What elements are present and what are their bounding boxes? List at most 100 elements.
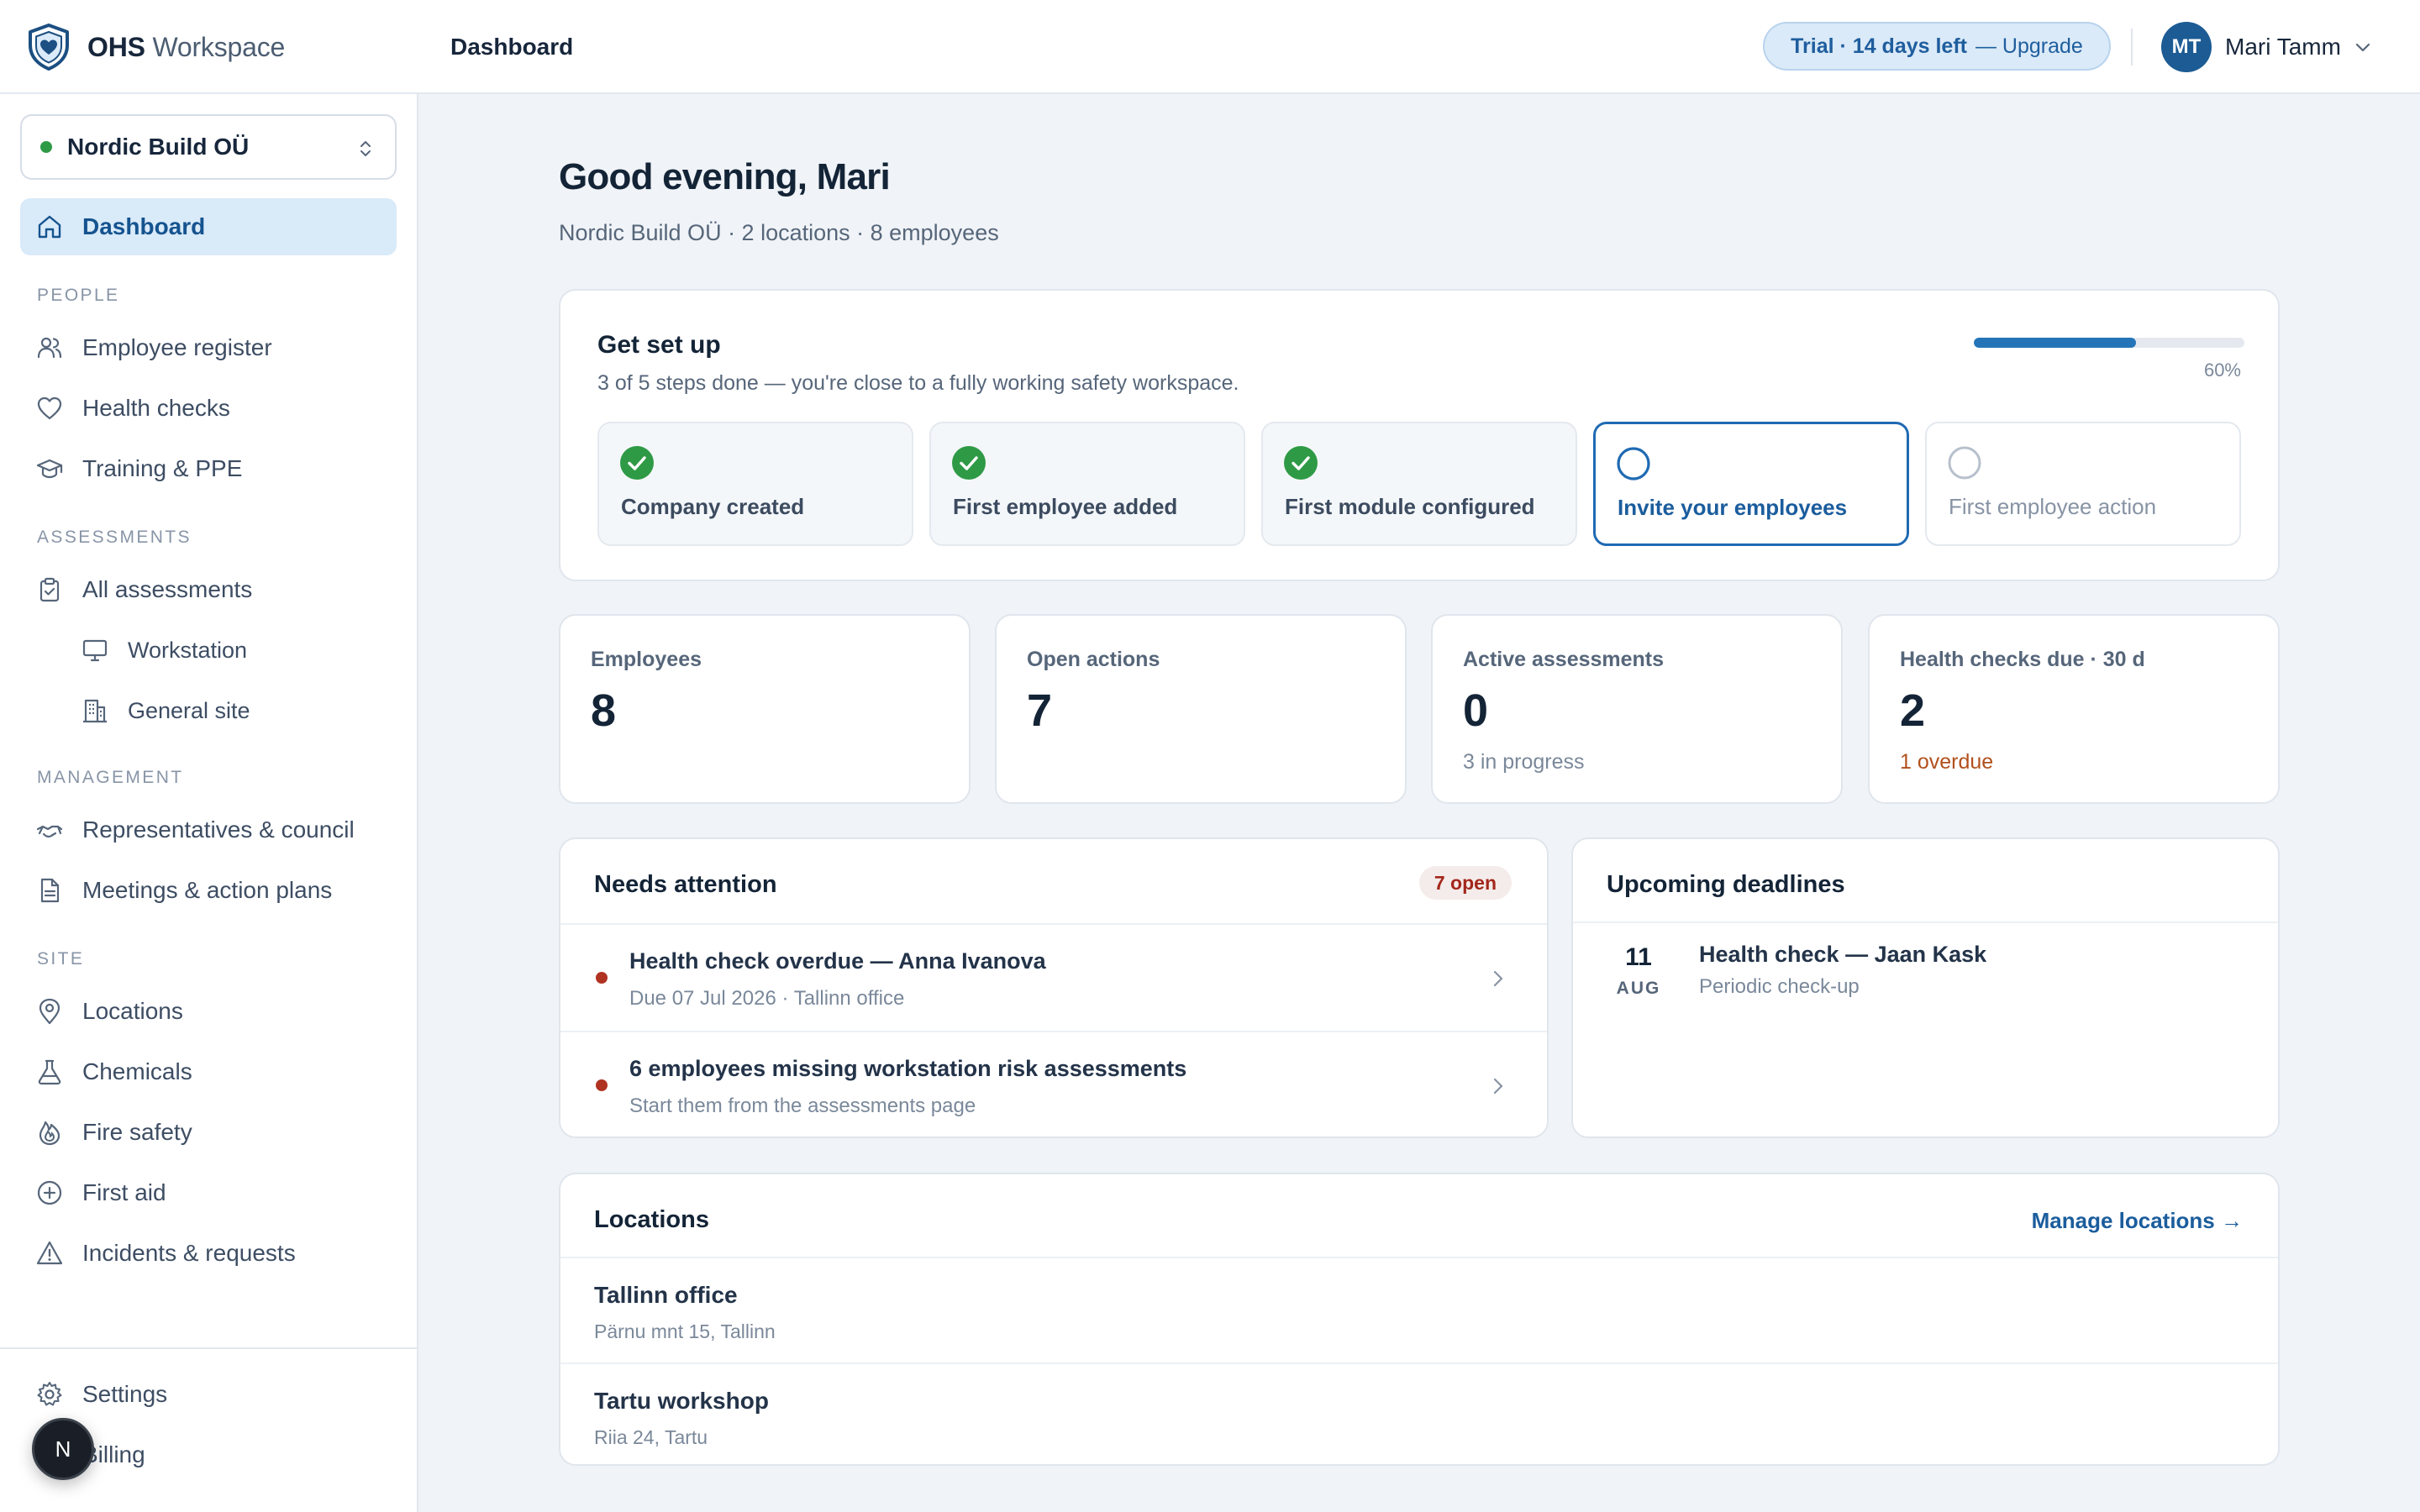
map-pin-icon — [39, 998, 60, 1025]
setup-progress-label: 60% — [2203, 360, 2241, 381]
location-row[interactable]: Tallinn office Pärnu mnt 15, Tallinn — [560, 1258, 2278, 1362]
chevron-right-icon — [1493, 1078, 1503, 1095]
trial-text: Trial · 14 days left — [1791, 34, 1967, 58]
sidebar-item-chemicals[interactable]: Chemicals — [20, 1043, 397, 1100]
sidebar-item-meetings[interactable]: Meetings & action plans — [20, 862, 397, 919]
sidebar-item-fire-safety[interactable]: Fire safety — [20, 1104, 397, 1161]
sidebar: Nordic Build OÜ Dashboard PEOPLE Employe… — [0, 94, 418, 1512]
greeting-heading: Good evening, Mari — [559, 156, 891, 197]
sidebar-item-label: Employee register — [82, 334, 272, 360]
help-avatar-button[interactable]: N — [32, 1418, 94, 1480]
gear-icon — [37, 1382, 62, 1406]
deadline-day: 11 — [1625, 943, 1652, 971]
chevron-down-icon[interactable] — [2353, 37, 2373, 57]
attention-item-subtitle: Due 07 Jul 2026 · Tallinn office — [629, 987, 905, 1010]
attention-item[interactable]: Health check overdue — Anna Ivanova Due … — [560, 925, 1547, 1032]
setup-step-first-module[interactable]: First module configured — [1261, 422, 1577, 546]
alert-dot — [596, 972, 608, 984]
upcoming-deadlines-card: Upcoming deadlines 11 AUG Health check —… — [1571, 837, 2280, 1138]
sidebar-item-label: Incidents & requests — [82, 1240, 296, 1266]
sidebar-item-label: Representatives & council — [82, 816, 355, 843]
empty-circle-icon — [1617, 447, 1650, 480]
deadline-title: Health check — Jaan Kask — [1699, 942, 1987, 967]
sidebar-item-label: General site — [128, 697, 250, 723]
sidebar-item-label: Locations — [82, 998, 183, 1024]
setup-progress-bar — [1974, 338, 2244, 348]
sidebar-item-employee-register[interactable]: Employee register — [20, 319, 397, 376]
stat-label: Active assessments — [1463, 648, 1665, 671]
setup-step-company-created[interactable]: Company created — [597, 422, 913, 546]
needs-attention-card: Needs attention 7 open Health check over… — [559, 837, 1549, 1138]
section-label-management: MANAGEMENT — [37, 768, 184, 787]
trial-upgrade-pill[interactable]: Trial · 14 days left — Upgrade — [1763, 22, 2111, 71]
sidebar-item-label: Settings — [82, 1381, 168, 1407]
document-icon — [40, 878, 60, 903]
sidebar-item-general-site[interactable]: General site — [20, 682, 397, 739]
sidebar-item-dashboard[interactable]: Dashboard — [20, 198, 397, 255]
stat-note: 3 in progress — [1463, 750, 1585, 774]
stat-value: 8 — [591, 685, 617, 736]
location-row[interactable]: Tartu workshop Riia 24, Tartu — [560, 1364, 2278, 1468]
flask-icon — [38, 1059, 61, 1085]
section-label-site: SITE — [37, 949, 85, 969]
setup-step-first-employee-action[interactable]: First employee action — [1925, 422, 2241, 546]
handshake-icon — [36, 825, 63, 838]
attention-item[interactable]: 6 employees missing workstation risk ass… — [560, 1032, 1547, 1140]
alert-dot — [596, 1079, 608, 1091]
sidebar-item-label: Chemicals — [82, 1058, 192, 1084]
setup-step-label: Invite your employees — [1618, 495, 1848, 520]
setup-step-label: Company created — [621, 494, 805, 519]
sidebar-item-label: Health checks — [82, 395, 230, 421]
setup-step-label: First module configured — [1285, 494, 1535, 519]
setup-step-invite-employees[interactable]: Invite your employees — [1593, 422, 1909, 546]
sidebar-item-label: Meetings & action plans — [82, 877, 333, 903]
heart-icon — [37, 396, 62, 420]
section-label-people: PEOPLE — [37, 286, 120, 305]
flame-icon — [39, 1121, 60, 1146]
sidebar-item-label: Dashboard — [82, 213, 206, 239]
sidebar-item-workstation[interactable]: Workstation — [20, 622, 397, 679]
location-name: Tartu workshop — [594, 1388, 769, 1414]
locations-card: Locations Manage locations → Tallinn off… — [559, 1173, 2280, 1466]
attention-item-title: 6 employees missing workstation risk ass… — [629, 1056, 1187, 1081]
graduation-cap-icon — [36, 459, 63, 479]
sidebar-item-locations[interactable]: Locations — [20, 983, 397, 1040]
section-label-assessments: ASSESSMENTS — [37, 528, 192, 547]
sidebar-item-incidents[interactable]: Incidents & requests — [20, 1225, 397, 1282]
sidebar-item-representatives[interactable]: Representatives & council — [20, 801, 397, 858]
org-selector[interactable]: Nordic Build OÜ — [20, 114, 397, 180]
org-name: Nordic Build OÜ — [67, 134, 250, 160]
sidebar-item-first-aid[interactable]: First aid — [20, 1164, 397, 1221]
stat-card-open-actions[interactable]: Open actions 7 — [995, 614, 1407, 804]
brand[interactable]: OHS Workspace — [25, 22, 285, 72]
check-circle-icon — [620, 446, 654, 480]
stat-card-health-checks-due[interactable]: Health checks due · 30 d 2 1 overdue — [1868, 614, 2280, 804]
stat-label: Open actions — [1027, 648, 1160, 671]
clipboard-icon — [39, 577, 60, 602]
check-circle-icon — [952, 446, 986, 480]
sidebar-item-settings[interactable]: Settings — [20, 1366, 397, 1423]
stat-value: 0 — [1463, 685, 1489, 736]
brand-name: OHS Workspace — [87, 31, 286, 62]
sidebar-divider — [0, 1347, 417, 1349]
setup-title: Get set up — [597, 331, 721, 359]
user-name[interactable]: Mari Tamm — [2225, 34, 2341, 60]
upgrade-link[interactable]: — Upgrade — [1975, 34, 2083, 59]
manage-locations-link[interactable]: Manage locations → — [2032, 1208, 2243, 1234]
greeting-subline: Nordic Build OÜ · 2 locations · 8 employ… — [559, 220, 999, 245]
stat-card-employees[interactable]: Employees 8 — [559, 614, 971, 804]
setup-step-first-employee[interactable]: First employee added — [929, 422, 1245, 546]
deadline-month: AUG — [1616, 979, 1661, 998]
setup-subtitle: 3 of 5 steps done — you're close to a fu… — [597, 371, 1239, 395]
avatar[interactable]: MT — [2161, 22, 2212, 72]
monitor-icon — [82, 639, 108, 662]
divider — [2131, 29, 2133, 66]
sidebar-item-training-ppe[interactable]: Training & PPE — [20, 440, 397, 497]
stat-value: 7 — [1027, 685, 1053, 736]
chevron-right-icon — [1493, 970, 1503, 987]
stat-card-active-assessments[interactable]: Active assessments 0 3 in progress — [1431, 614, 1843, 804]
users-icon — [37, 337, 62, 359]
sidebar-item-health-checks[interactable]: Health checks — [20, 380, 397, 437]
sidebar-item-all-assessments[interactable]: All assessments — [20, 561, 397, 618]
stat-note-overdue: 1 overdue — [1900, 750, 1994, 774]
